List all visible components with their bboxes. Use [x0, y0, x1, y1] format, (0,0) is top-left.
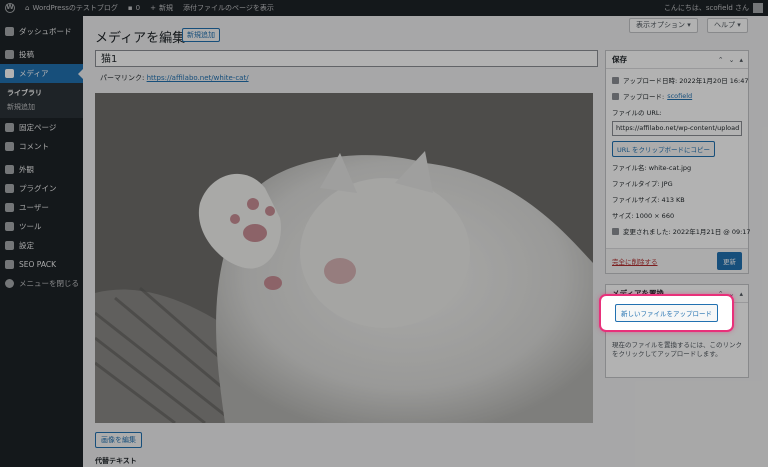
sidebar-item-label: 設定 — [19, 241, 34, 250]
sidebar-item-settings[interactable]: 設定 — [0, 236, 83, 255]
sidebar-item-plugins[interactable]: プラグイン — [0, 179, 83, 198]
user-icon — [5, 203, 14, 212]
move-up-icon[interactable]: ⌃ — [718, 56, 724, 64]
white-cat-photo — [95, 93, 593, 423]
submenu-item-library[interactable]: ライブラリ — [0, 86, 83, 100]
sidebar-item-pages[interactable]: 固定ページ — [0, 118, 83, 137]
add-new-button[interactable]: 新規追加 — [182, 28, 220, 42]
toggle-panel-icon[interactable]: ▴ — [739, 56, 743, 64]
sidebar-item-seo-pack[interactable]: SEO PACK — [0, 255, 83, 274]
plus-icon: + — [150, 4, 156, 12]
avatar — [753, 3, 763, 13]
dimensions: サイズ: 1000 × 660 — [612, 212, 675, 220]
seo-icon — [5, 260, 14, 269]
calendar-icon — [612, 76, 619, 84]
pin-icon — [5, 50, 14, 59]
new-label: 新規 — [158, 4, 173, 12]
wordpress-logo-icon[interactable]: W — [0, 0, 20, 16]
sidebar-item-label: 外観 — [19, 165, 34, 174]
uploaded-by-user-link[interactable]: scofield — [667, 92, 692, 100]
sidebar-item-label: 投稿 — [19, 50, 34, 59]
sidebar-item-dashboard[interactable]: ダッシュボード — [0, 22, 83, 41]
sidebar-item-label: コメント — [19, 142, 49, 151]
sidebar-item-label: メディア — [19, 69, 49, 78]
site-name: WordPressのテストブログ — [32, 4, 118, 12]
sidebar-item-label: メニューを閉じる — [19, 279, 79, 288]
modified-date: 変更されました: 2022年1月21日 @ 09:17 — [623, 228, 751, 236]
highlighted-upload-callout: 新しいファイルをアップロード — [599, 294, 734, 332]
greeting: こんにちは、scofield さん — [663, 4, 749, 12]
home-icon: ⌂ — [25, 4, 30, 12]
new-content-link[interactable]: + 新規 — [145, 0, 178, 16]
save-panel: 保存 ⌃ ⌄ ▴ アップロード日時: 2022年1月20日 16:47 アップロード… — [605, 50, 751, 274]
sidebar-item-comments[interactable]: コメント — [0, 137, 83, 156]
page-title: メディアを編集 — [95, 31, 186, 46]
admin-bar: W ⌂ WordPressのテストブログ ▪ 0 + 新規 添付ファイルのページ… — [0, 0, 768, 16]
sidebar-item-label: ツール — [19, 222, 42, 231]
permalink: パーマリンク: https://affilabo.net/white-cat/ — [100, 73, 249, 83]
user-icon — [612, 92, 619, 100]
collapse-arrow-icon — [5, 279, 14, 288]
replace-media-description: 現在のファイルを置換するには、このリンクをクリックしてアップロードします。 — [612, 341, 742, 358]
sidebar-item-label: ユーザー — [19, 203, 49, 212]
screen-options-button[interactable]: 表示オプション ▾ — [629, 18, 698, 33]
comment-bubble-icon: ▪ — [127, 4, 133, 12]
save-panel-title: 保存 — [612, 55, 627, 64]
submenu-item-add-new[interactable]: 新規追加 — [0, 100, 83, 114]
wrench-icon — [5, 222, 14, 231]
alt-text-label: 代替テキスト — [95, 457, 137, 465]
comments-count: 0 — [135, 4, 141, 12]
title-input[interactable]: 猫1 — [95, 50, 598, 67]
help-button[interactable]: ヘルプ ▾ — [707, 18, 748, 33]
file-size: ファイルサイズ: 413 KB — [612, 196, 685, 204]
sidebar-item-label: 固定ページ — [19, 123, 57, 132]
modified-row: 変更されました: 2022年1月21日 @ 09:17 — [606, 223, 751, 239]
toggle-panel-icon[interactable]: ▴ — [739, 290, 743, 298]
uploaded-by-row: アップロード: scofield — [606, 88, 748, 104]
upload-new-file-button[interactable]: 新しいファイルをアップロード — [615, 304, 718, 322]
account-link[interactable]: こんにちは、scofield さん — [659, 0, 768, 16]
pages-icon — [5, 123, 14, 132]
admin-sidebar: ダッシュボード 投稿 メディア ライブラリ 新規追加 固定ページ コメント 外観… — [0, 16, 83, 467]
sidebar-item-users[interactable]: ユーザー — [0, 198, 83, 217]
upload-date-row: アップロード日時: 2022年1月20日 16:47 — [606, 72, 749, 88]
sidebar-item-label: ダッシュボード — [19, 27, 72, 36]
sidebar-item-label: SEO PACK — [19, 260, 56, 269]
settings-icon — [5, 241, 14, 250]
file-url-field[interactable]: https://affilabo.net/wp-content/upload — [612, 121, 742, 136]
edit-image-button[interactable]: 画像を編集 — [95, 432, 142, 448]
view-attachment-link[interactable]: 添付ファイルのページを表示 — [178, 0, 279, 16]
copy-url-button[interactable]: URL をクリップボードにコピー — [612, 141, 715, 157]
sidebar-item-tools[interactable]: ツール — [0, 217, 83, 236]
file-type: ファイルタイプ: JPG — [612, 180, 673, 188]
media-preview-image — [95, 93, 593, 423]
save-panel-footer: 完全に削除する 更新 — [606, 248, 748, 273]
sidebar-item-label: プラグイン — [19, 184, 57, 193]
calendar-icon — [612, 227, 619, 235]
media-submenu: ライブラリ 新規追加 — [0, 83, 83, 118]
sidebar-item-posts[interactable]: 投稿 — [0, 45, 83, 64]
comment-icon — [5, 142, 14, 151]
file-name: ファイル名: white-cat.jpg — [612, 164, 692, 172]
sidebar-item-media[interactable]: メディア — [0, 64, 83, 83]
file-url-label: ファイルの URL: — [612, 109, 662, 117]
media-icon — [5, 69, 14, 78]
site-name-link[interactable]: ⌂ WordPressのテストブログ — [20, 0, 123, 16]
dashboard-icon — [5, 27, 14, 36]
plugin-icon — [5, 184, 14, 193]
move-down-icon[interactable]: ⌄ — [729, 56, 735, 64]
brush-icon — [5, 165, 14, 174]
permalink-label: パーマリンク: — [100, 74, 145, 82]
save-panel-header: 保存 ⌃ ⌄ ▴ — [606, 51, 748, 69]
upload-date: アップロード日時: 2022年1月20日 16:47 — [623, 77, 749, 85]
update-button[interactable]: 更新 — [717, 252, 742, 270]
uploaded-by-label: アップロード: — [623, 93, 665, 101]
delete-permanently-link[interactable]: 完全に削除する — [612, 256, 658, 266]
view-attachment-label: 添付ファイルのページを表示 — [182, 4, 274, 12]
main-content: 表示オプション ▾ ヘルプ ▾ メディアを編集 新規追加 猫1 パーマリンク: … — [83, 16, 768, 467]
sidebar-item-appearance[interactable]: 外観 — [0, 160, 83, 179]
permalink-link[interactable]: https://affilabo.net/white-cat/ — [147, 74, 249, 82]
collapse-menu-button[interactable]: メニューを閉じる — [0, 274, 83, 293]
comments-link[interactable]: ▪ 0 — [123, 0, 145, 16]
